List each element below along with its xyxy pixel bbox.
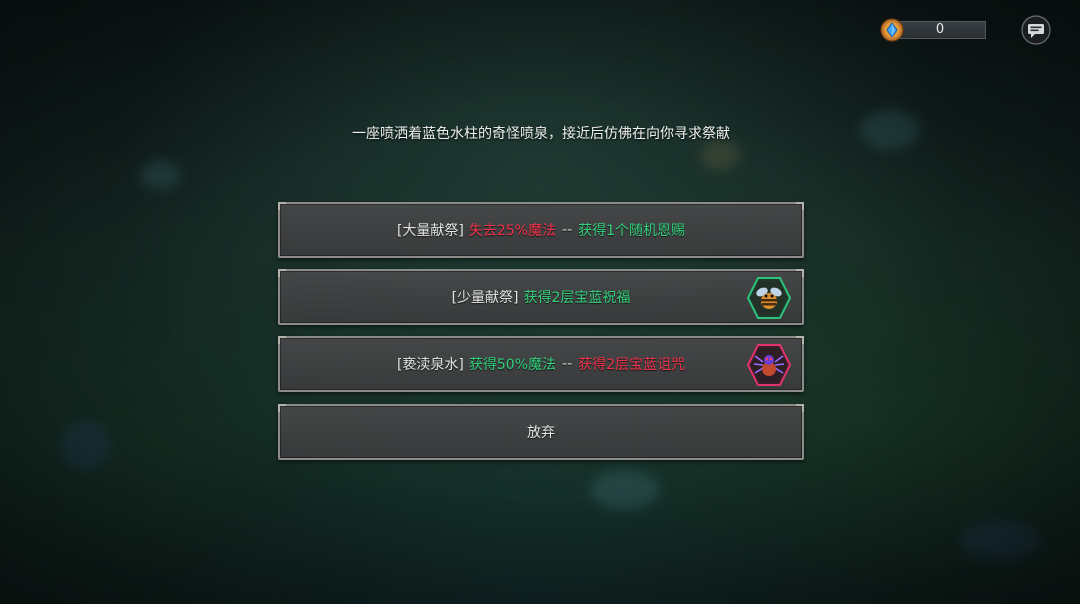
background-light — [140, 160, 180, 190]
choice-cost: 获得2层宝蓝诅咒 — [578, 357, 686, 373]
choice-small-sacrifice[interactable]: [少量献祭] 获得2层宝蓝祝福 — [278, 269, 804, 325]
choice-cost: 失去25%魔法 — [468, 223, 557, 239]
choice-tag: [大量献祭] — [396, 223, 464, 239]
event-description: 一座喷洒着蓝色水柱的奇怪喷泉，接近后仿佛在向你寻求祭献 — [352, 126, 730, 142]
background-light — [700, 140, 740, 170]
give-up-button[interactable]: 放弃 — [278, 404, 804, 460]
choice-tag: [少量献祭] — [451, 290, 519, 306]
chat-menu-icon[interactable] — [1021, 15, 1051, 45]
game-scene: 0 一座喷洒着蓝色水柱的奇怪喷泉，接近后仿佛在向你寻求祭献 [大量献祭] 失去2… — [0, 0, 1080, 604]
blessing-bee-icon — [746, 277, 792, 319]
background-light — [860, 110, 920, 150]
choice-separator: -- — [562, 356, 573, 372]
choice-text: [亵渎泉水] 获得50%魔法 -- 获得2层宝蓝诅咒 — [280, 338, 802, 390]
choice-reward: 获得50%魔法 — [468, 357, 557, 373]
background-light — [590, 470, 660, 510]
background-light — [960, 520, 1040, 560]
choice-tag: [亵渎泉水] — [396, 357, 464, 373]
choice-text: [大量献祭] 失去25%魔法 -- 获得1个随机恩赐 — [280, 204, 802, 256]
choice-text: [少量献祭] 获得2层宝蓝祝福 — [280, 271, 802, 323]
currency-counter: 0 — [880, 18, 986, 42]
background-light — [60, 420, 110, 470]
give-up-label: 放弃 — [527, 425, 555, 441]
currency-value: 0 — [935, 22, 945, 37]
choice-reward: 获得2层宝蓝祝福 — [523, 290, 631, 306]
choice-separator: -- — [562, 222, 573, 238]
curse-spider-icon — [746, 344, 792, 386]
choice-desecrate-spring[interactable]: [亵渎泉水] 获得50%魔法 -- 获得2层宝蓝诅咒 — [278, 336, 804, 392]
blue-gem-icon — [880, 18, 904, 42]
choice-reward: 获得1个随机恩赐 — [578, 223, 686, 239]
choice-great-sacrifice[interactable]: [大量献祭] 失去25%魔法 -- 获得1个随机恩赐 — [278, 202, 804, 258]
choice-text: 放弃 — [280, 406, 802, 458]
